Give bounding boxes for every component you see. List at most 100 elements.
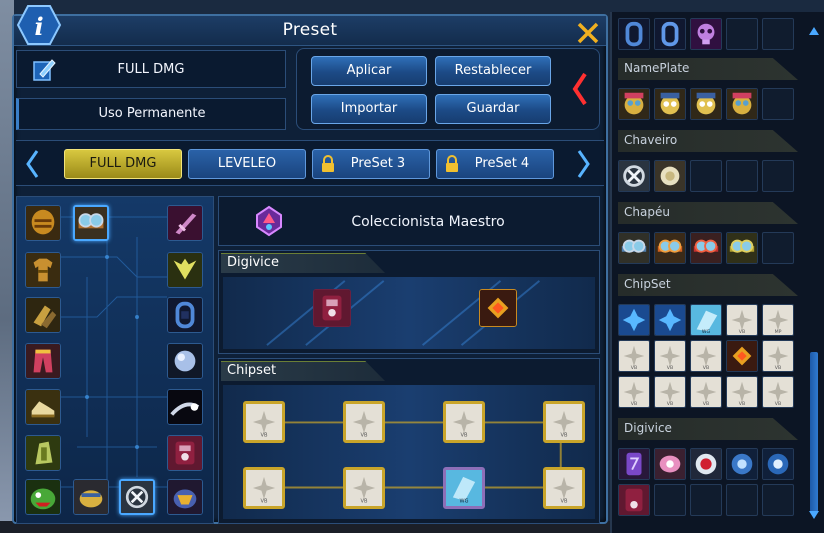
inventory-slot[interactable]	[654, 88, 686, 120]
inventory-slot[interactable]: VB	[654, 376, 686, 408]
chip-slot-5[interactable]: VB	[243, 467, 285, 509]
inventory-slot[interactable]	[618, 88, 650, 120]
digivice-slot-2[interactable]	[479, 289, 517, 327]
inventory-slot[interactable]	[654, 160, 686, 192]
inventory-slot-empty[interactable]	[654, 484, 686, 516]
save-button[interactable]: Guardar	[435, 94, 551, 124]
import-button[interactable]: Importar	[311, 94, 427, 124]
digivice-slot-1[interactable]	[313, 289, 351, 327]
inventory-slot[interactable]	[654, 18, 686, 50]
info-icon[interactable]: i	[16, 4, 62, 46]
edit-icon[interactable]	[31, 57, 57, 83]
equip-slot-keyring[interactable]	[119, 479, 155, 515]
scroll-thumb[interactable]	[810, 352, 818, 512]
inventory-slot[interactable]	[618, 448, 650, 480]
chip-vb-icon: VB	[691, 341, 721, 371]
inventory-slot[interactable]: VB	[690, 376, 722, 408]
preset-name-text: FULL DMG	[117, 62, 185, 77]
inventory-slot[interactable]	[690, 88, 722, 120]
inventory-slot[interactable]: VB	[726, 376, 758, 408]
inventory-slot-empty[interactable]	[762, 18, 794, 50]
apply-button[interactable]: Aplicar	[311, 56, 427, 86]
chip-slot-8[interactable]: VB	[543, 467, 585, 509]
inventory-slot[interactable]	[726, 88, 758, 120]
equip-slot-top[interactable]	[25, 252, 61, 288]
inventory-slot[interactable]	[690, 448, 722, 480]
chip-slot-1[interactable]: VB	[243, 401, 285, 443]
reset-button[interactable]: Restablecer	[435, 56, 551, 86]
inventory-slot[interactable]	[654, 304, 686, 336]
equip-slot-head[interactable]	[25, 205, 61, 241]
equip-slot-bracelet[interactable]	[167, 343, 203, 379]
chip-slot-6[interactable]: VB	[343, 467, 385, 509]
inventory-slot-empty[interactable]	[726, 160, 758, 192]
chevron-left-icon[interactable]	[24, 149, 40, 179]
chevron-left-red-icon[interactable]	[572, 72, 588, 106]
equip-slot-shoes[interactable]	[25, 389, 61, 425]
inventory-slot-empty[interactable]	[690, 160, 722, 192]
inventory-slot-empty[interactable]	[762, 484, 794, 516]
svg-text:VB: VB	[667, 401, 673, 407]
scroll-up-icon[interactable]	[808, 26, 820, 36]
inventory-category-label: Digivice	[624, 421, 672, 435]
equip-slot-mascot[interactable]	[25, 479, 61, 515]
tab-leveleo[interactable]: LEVELEO	[188, 149, 306, 179]
inventory-slot[interactable]	[690, 232, 722, 264]
inventory-slot[interactable]	[654, 232, 686, 264]
inventory-scrollbar[interactable]	[806, 12, 822, 524]
equip-slot-digivice[interactable]	[167, 435, 203, 471]
close-icon[interactable]	[575, 20, 601, 46]
inventory-slot[interactable]	[762, 448, 794, 480]
inventory-slot-empty[interactable]	[762, 160, 794, 192]
equip-slot-xai[interactable]	[167, 389, 203, 425]
inventory-slot[interactable]: VB	[762, 376, 794, 408]
tab-preset-4[interactable]: PreSet 4	[436, 149, 554, 179]
equip-slot-pants[interactable]	[25, 343, 61, 379]
inventory-slot[interactable]	[618, 304, 650, 336]
chip-vb-icon: VB	[619, 377, 649, 407]
inventory-slot[interactable]: VB	[618, 340, 650, 372]
inventory-slot[interactable]: VB	[690, 340, 722, 372]
equip-slot-goggles[interactable]	[73, 205, 109, 241]
inventory-slot-empty[interactable]	[726, 484, 758, 516]
inventory-slot[interactable]	[618, 484, 650, 516]
title-badge-icon[interactable]	[253, 205, 285, 237]
chip-slot-2[interactable]: VB	[343, 401, 385, 443]
action-button-group: Aplicar Restablecer Importar Guardar	[296, 48, 600, 130]
inventory-slot[interactable]	[654, 448, 686, 480]
equip-slot-ring[interactable]	[167, 205, 203, 241]
equip-slot-accessory[interactable]	[167, 479, 203, 515]
inventory-slot[interactable]: VB	[618, 376, 650, 408]
preset-name-field[interactable]: FULL DMG	[16, 50, 286, 88]
scroll-down-icon[interactable]	[808, 510, 820, 520]
inventory-slot[interactable]	[726, 340, 758, 372]
inventory-slot[interactable]	[618, 232, 650, 264]
equip-slot-earring[interactable]	[167, 297, 203, 333]
inventory-slot-empty[interactable]	[726, 18, 758, 50]
chip-slot-3[interactable]: VB	[443, 401, 485, 443]
equip-slot-costume[interactable]	[25, 435, 61, 471]
equip-slot-necklace[interactable]	[167, 252, 203, 288]
tab-full-dmg[interactable]: FULL DMG	[64, 149, 182, 179]
inventory-slot[interactable]	[726, 232, 758, 264]
digivice-blue-icon	[763, 449, 793, 479]
inventory-slot[interactable]	[690, 18, 722, 50]
equip-slot-gloves[interactable]	[25, 297, 61, 333]
inventory-slot[interactable]	[618, 18, 650, 50]
chip-slot-4[interactable]: VB	[543, 401, 585, 443]
inventory-slot-empty[interactable]	[762, 232, 794, 264]
inventory-slot-empty[interactable]	[690, 484, 722, 516]
inventory-slot[interactable]	[618, 160, 650, 192]
tab-preset-3[interactable]: PreSet 3	[312, 149, 430, 179]
chevron-right-icon[interactable]	[576, 149, 592, 179]
inventory-slot[interactable]: WG	[690, 304, 722, 336]
inventory-slot[interactable]: VB	[762, 340, 794, 372]
chip-slot-7[interactable]: WG	[443, 467, 485, 509]
inventory-slot-empty[interactable]	[762, 88, 794, 120]
inventory-slot[interactable]	[726, 448, 758, 480]
inventory-slot[interactable]: VB	[654, 340, 686, 372]
tab-label: LEVELEO	[217, 156, 277, 171]
equip-slot-face[interactable]	[73, 479, 109, 515]
inventory-slot[interactable]: VB	[726, 304, 758, 336]
inventory-slot[interactable]: MP	[762, 304, 794, 336]
